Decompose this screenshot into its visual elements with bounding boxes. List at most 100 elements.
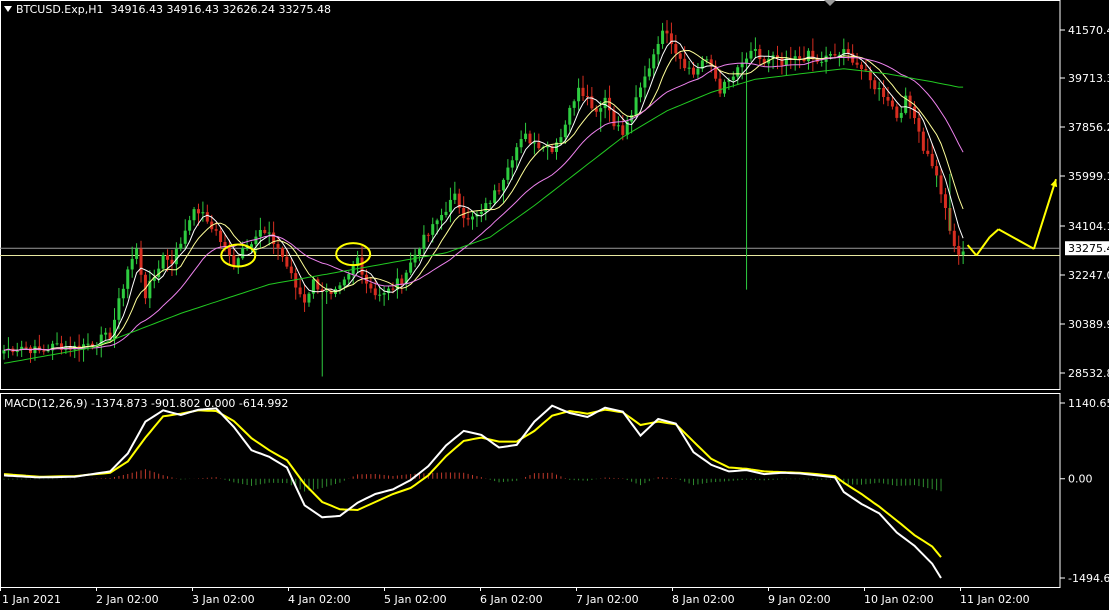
candle-body	[577, 87, 581, 102]
candle-body	[621, 125, 625, 135]
candle-body	[391, 288, 395, 290]
candle-body	[952, 230, 956, 246]
candle-body	[258, 229, 262, 237]
candle-body	[325, 290, 329, 292]
candle-body	[585, 96, 589, 98]
time-tick-label: 6 Jan 02:00	[480, 593, 543, 606]
price-tick-label: 35999.1	[1068, 170, 1109, 183]
horizontal-price-lines[interactable]	[0, 247, 1060, 256]
candle-body	[643, 76, 647, 88]
candle-body	[382, 293, 386, 295]
symbol-label: BTCUSD.Exp,H1	[16, 3, 104, 16]
price-tick-label: 34104.1	[1068, 220, 1109, 233]
candle-body	[957, 245, 961, 255]
candle-body	[581, 87, 585, 97]
macd-tick-label: -1494.6	[1068, 572, 1109, 585]
candle-body	[705, 59, 709, 61]
candle-body	[572, 101, 576, 108]
candle-body	[130, 258, 134, 270]
candle-body	[488, 202, 492, 204]
candle-body	[820, 61, 824, 63]
candle-body	[524, 133, 528, 140]
macd-panel-border	[0, 393, 1061, 588]
time-tick-label: 10 Jan 02:00	[864, 593, 934, 606]
candle-body	[537, 142, 541, 149]
candle-body	[289, 266, 293, 274]
candle-body	[647, 68, 651, 77]
collapse-triangle-icon[interactable]	[4, 6, 12, 12]
candle-body	[86, 343, 90, 345]
candle-body	[338, 285, 342, 289]
candle-body	[917, 118, 921, 132]
annotations[interactable]	[220, 178, 1058, 268]
projection-arrow-segment	[966, 244, 978, 257]
price-tick-label: 37856.2	[1068, 121, 1109, 134]
candle-body	[126, 269, 130, 289]
candle-body	[285, 256, 289, 267]
candle-body	[139, 248, 143, 275]
candle-body	[935, 166, 939, 176]
macd-tick-label: 1140.65	[1068, 397, 1109, 410]
time-tick-label: 11 Jan 02:00	[960, 593, 1030, 606]
candle-body	[183, 230, 187, 244]
candle-body	[431, 224, 435, 235]
candle-body	[961, 251, 965, 255]
candle-body	[652, 54, 656, 69]
chart-canvas[interactable]: 41570.4 39713.3 37856.2 35999.1 34104.1 32247…	[0, 0, 1109, 610]
candle-body	[479, 211, 483, 215]
candle-body	[117, 298, 121, 320]
price-y-axis: 41570.4 39713.3 37856.2 35999.1 34104.1 32247…	[1060, 24, 1109, 380]
candle-body	[135, 248, 139, 259]
candle-body	[877, 87, 881, 90]
candle-body	[930, 153, 934, 167]
candle-body	[369, 283, 373, 289]
candle-body	[829, 54, 833, 56]
candle-body	[546, 146, 550, 148]
time-x-axis: 1 Jan 2021 2 Jan 02:00 3 Jan 02:00 4 Jan 02…	[0, 587, 1030, 606]
projection-arrow-segment	[975, 236, 991, 257]
candle-body	[780, 57, 784, 66]
candle-body	[939, 175, 943, 195]
candle-body	[435, 220, 439, 225]
candle-body	[926, 150, 930, 154]
candle-body	[718, 78, 722, 94]
price-tick-label: 28532.8	[1068, 367, 1109, 380]
candle-body	[42, 350, 46, 352]
time-tick-label: 3 Jan 02:00	[192, 593, 255, 606]
candle-body	[846, 49, 850, 54]
moving-average-line	[3, 40, 964, 351]
candle-body	[241, 248, 245, 259]
candle-body	[497, 190, 501, 192]
time-tick-label: 7 Jan 02:00	[576, 593, 639, 606]
price-panel-border	[0, 0, 1061, 390]
candle-body	[559, 137, 563, 143]
candle-body	[254, 236, 258, 245]
candle-body	[24, 346, 28, 348]
candle-body	[886, 96, 890, 101]
candle-body	[506, 167, 510, 180]
candle-body	[895, 106, 899, 118]
time-tick-label: 2 Jan 02:00	[96, 593, 159, 606]
candle-body	[55, 343, 59, 345]
chart-frame	[0, 0, 1061, 588]
macd-panel	[3, 404, 942, 579]
projection-arrow-segment	[989, 228, 1000, 238]
candle-body	[661, 30, 665, 44]
price-panel-header: BTCUSD.Exp,H1 34916.43 34916.43 32626.24…	[4, 3, 331, 16]
candle-body	[426, 234, 430, 236]
macd-tick-label: 0.00	[1068, 473, 1093, 486]
candle-body	[612, 110, 616, 127]
candle-body	[448, 199, 452, 212]
candle-body	[188, 220, 192, 231]
candle-body	[665, 30, 669, 34]
candle-body	[422, 234, 426, 250]
candle-body	[360, 257, 364, 275]
candle-body	[616, 125, 620, 127]
candle-body	[749, 50, 753, 59]
price-tick-label: 30389.9	[1068, 318, 1109, 331]
moving-average-line	[3, 49, 964, 351]
candle-body	[298, 287, 302, 295]
price-tick-label: 39713.3	[1068, 72, 1109, 85]
candle-body	[342, 279, 346, 286]
candle-body	[280, 248, 284, 257]
